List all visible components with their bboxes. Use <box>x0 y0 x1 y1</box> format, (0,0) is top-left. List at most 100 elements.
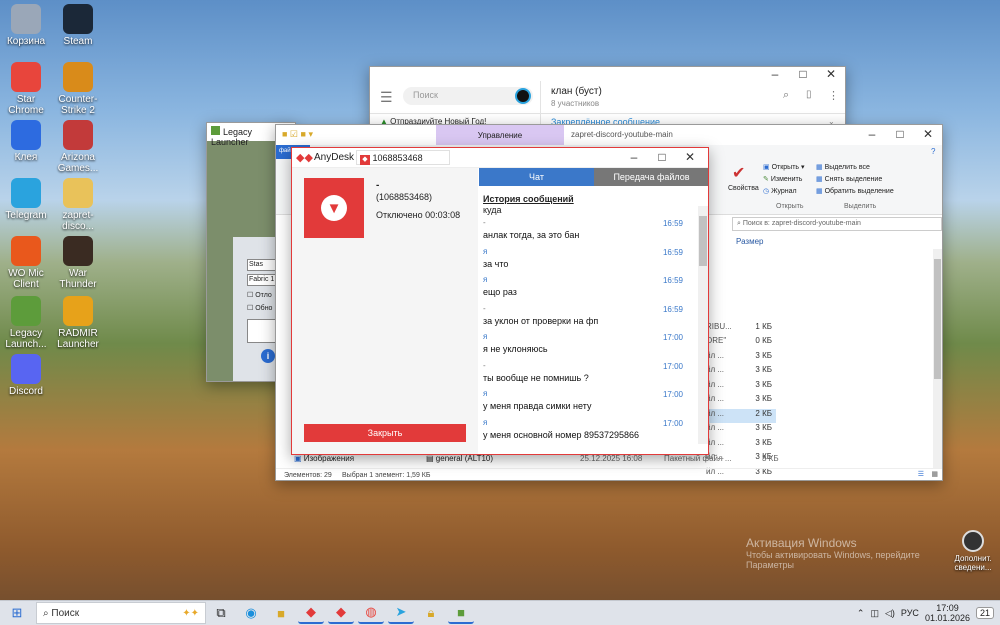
search-icon[interactable]: ⌕ <box>783 89 789 102</box>
address-bar[interactable]: ◆ 1068853468 <box>356 150 450 165</box>
anydesk-icon-2[interactable]: ◆ <box>328 602 354 624</box>
volume-icon[interactable]: ◁) <box>885 608 895 619</box>
zoom-icon <box>11 120 41 150</box>
hamburger-menu-icon[interactable]: ☰ <box>380 89 393 106</box>
edge-icon[interactable]: ◉ <box>238 602 264 624</box>
explorer-search-input[interactable]: ⌕ Поиск в: zapret-discord-youtube-main <box>732 217 942 231</box>
steam-icon <box>63 4 93 34</box>
desktop-shortcut[interactable]: Steam <box>52 4 104 47</box>
history-title: История сообщений <box>483 194 574 204</box>
option-checkbox-2[interactable]: ☐ Обно <box>247 304 272 312</box>
properties-icon[interactable]: ✔ <box>732 163 754 185</box>
nav-images[interactable]: ▣ Изображения <box>294 454 354 463</box>
file-row[interactable] <box>706 249 776 264</box>
lock-icon[interactable]: 🔒︎ <box>418 602 444 624</box>
vertical-scrollbar[interactable] <box>933 249 942 469</box>
telegram-window[interactable]: – □ ✕ ☰ Поиск клан (буст) 8 участников ⌕ ▯… <box>369 66 846 132</box>
desktop-shortcut[interactable]: Telegram <box>0 178 52 221</box>
telegram-search-input[interactable]: Поиск <box>403 87 533 105</box>
file-name: general (ALT10) <box>435 454 494 463</box>
file-row[interactable] <box>706 278 776 293</box>
file-size-cell: 3 КБ <box>755 379 772 389</box>
maximize-button[interactable]: □ <box>648 150 676 164</box>
desktop-shortcut[interactable]: Counter-Strike 2 <box>52 62 104 116</box>
file-row[interactable]: йл ... 2 КБ <box>706 408 776 423</box>
sidebar-toggle-icon[interactable]: ▯ <box>806 89 812 100</box>
profile-avatar[interactable] <box>515 88 531 104</box>
message-text: анлак тогда, за это бан <box>483 230 580 240</box>
close-button[interactable]: ✕ <box>817 67 845 81</box>
minimize-button[interactable]: – <box>761 67 789 81</box>
desktop-shortcut-label: Counter-Strike 2 <box>58 94 98 116</box>
message-text: за уклон от проверки на фп <box>483 315 599 326</box>
desktop-shortcut[interactable]: Arizona Games... <box>52 120 104 174</box>
minimize-button[interactable]: – <box>620 150 648 164</box>
history-button[interactable]: ◷ Журнал <box>763 187 797 195</box>
scroll-thumb[interactable] <box>934 259 941 379</box>
check1-label: Отло <box>255 292 272 299</box>
select-all-button[interactable]: ▦ Выделить все <box>816 163 870 171</box>
minimize-button[interactable]: – <box>858 127 886 141</box>
notif-settings-shortcut[interactable]: Дополнит. сведени... <box>950 530 996 572</box>
file-row[interactable]: RIBU... 1 КБ <box>706 322 776 337</box>
tiles-view-icon[interactable]: ▦ <box>931 470 938 478</box>
file-row[interactable] <box>706 293 776 308</box>
minecraft-icon[interactable]: ■ <box>448 602 474 624</box>
desktop-shortcut[interactable]: Клея <box>0 120 52 163</box>
file-row[interactable]: йл ... 3 КБ <box>706 380 776 395</box>
chrome-icon <box>11 62 41 92</box>
telegram-icon[interactable]: ➤ <box>388 602 414 624</box>
desktop-shortcut[interactable]: RADMIR Launcher <box>52 296 104 350</box>
deselect-button[interactable]: ▦ Снять выделение <box>816 175 882 183</box>
file-row[interactable]: йл ... 3 КБ <box>706 351 776 366</box>
desktop-shortcut[interactable]: zapret-disco... <box>52 178 104 232</box>
desktop-shortcut[interactable]: Star Chrome <box>0 62 52 116</box>
close-button[interactable]: ✕ <box>676 150 704 164</box>
file-row[interactable]: йл ... 3 КБ <box>706 438 776 453</box>
file-general[interactable]: ▤ general (ALT10) <box>426 454 493 463</box>
maximize-button[interactable]: □ <box>886 127 914 141</box>
desktop-shortcut[interactable]: WO Mic Client <box>0 236 52 290</box>
file-row[interactable]: йл ... 3 КБ <box>706 423 776 438</box>
more-icon[interactable]: ⋮ <box>828 89 839 102</box>
language-indicator[interactable]: РУС <box>901 608 919 618</box>
scroll-thumb[interactable] <box>699 216 707 266</box>
chrome-icon[interactable]: ◍ <box>358 602 384 624</box>
chat-scrollbar[interactable] <box>698 206 708 444</box>
desktop-shortcut[interactable]: War Thunder <box>52 236 104 290</box>
file-row[interactable] <box>706 264 776 279</box>
tab-file-transfer[interactable]: Передача файлов <box>594 168 708 186</box>
network-icon[interactable]: ◫ <box>870 608 879 619</box>
tab-manage[interactable]: Управление <box>436 125 564 145</box>
open-menu[interactable]: ▣ Открыть ▾ <box>763 163 805 171</box>
desktop-shortcut[interactable]: Discord <box>0 354 52 397</box>
file-explorer-icon[interactable]: ■ <box>268 602 294 624</box>
properties-label[interactable]: Свойства <box>728 185 759 192</box>
taskbar-search[interactable]: ⌕ Поиск ✦✦ <box>36 602 206 624</box>
edit-button[interactable]: ✎ Изменить <box>763 175 802 183</box>
info-icon[interactable]: i <box>261 349 275 363</box>
file-row[interactable] <box>706 307 776 322</box>
invert-selection-button[interactable]: ▦ Обратить выделение <box>816 187 894 195</box>
desktop-shortcut[interactable]: Legacy Launch... <box>0 296 52 350</box>
notification-count[interactable]: 21 <box>975 607 994 619</box>
close-session-button[interactable]: Закрыть <box>304 424 466 442</box>
start-button[interactable]: ⊞ <box>4 602 30 624</box>
clock[interactable]: 17:09 01.01.2026 <box>925 603 970 623</box>
file-row[interactable]: йл ... 3 КБ <box>706 365 776 380</box>
file-row[interactable]: ORE" 0 КБ <box>706 336 776 351</box>
chevron-up-icon[interactable]: ⌃ <box>857 608 865 619</box>
option-checkbox-1[interactable]: ☐ Отло <box>247 291 272 299</box>
message-time: 16:59 <box>662 304 683 314</box>
anydesk-icon[interactable]: ◆ <box>298 602 324 624</box>
maximize-button[interactable]: □ <box>789 67 817 81</box>
details-view-icon[interactable]: ☰ <box>918 470 924 478</box>
close-button[interactable]: ✕ <box>914 127 942 141</box>
help-icon[interactable]: ? <box>931 147 935 156</box>
file-row[interactable]: йл ... 3 КБ <box>706 394 776 409</box>
column-size-header[interactable]: Размер <box>736 237 764 246</box>
task-view-icon[interactable]: ⧉ <box>208 602 234 624</box>
desktop-shortcut[interactable]: Корзина <box>0 4 52 47</box>
tab-chat[interactable]: Чат <box>479 168 594 186</box>
anydesk-window[interactable]: ◆◆ AnyDesk ◆ 1068853468 – □ ✕ ▼ - (1068853… <box>291 147 709 455</box>
